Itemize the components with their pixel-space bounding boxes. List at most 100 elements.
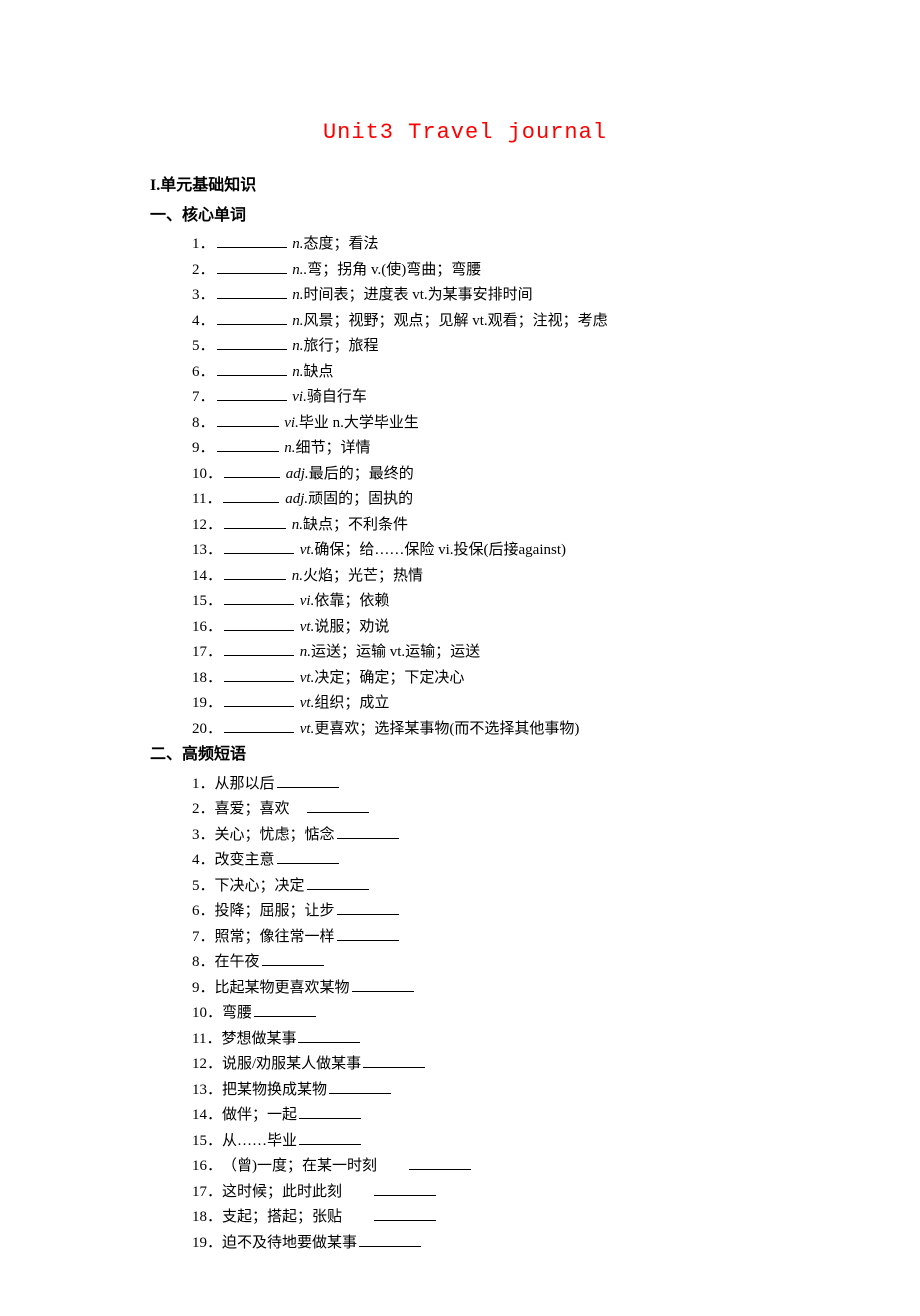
fill-blank[interactable] xyxy=(224,513,286,529)
item-number: 17． xyxy=(192,1180,222,1206)
fill-blank[interactable] xyxy=(363,1052,425,1068)
fill-blank[interactable] xyxy=(224,615,294,631)
fill-blank[interactable] xyxy=(217,360,287,376)
fill-blank[interactable] xyxy=(329,1078,391,1094)
fill-blank[interactable] xyxy=(224,640,294,656)
vocab-item: 6． n.缺点 xyxy=(192,360,780,386)
item-number: 6． xyxy=(192,899,215,925)
phrase-item: 9．比起某物更喜欢某物 xyxy=(192,976,780,1002)
fill-blank[interactable] xyxy=(352,976,414,992)
fill-blank[interactable] xyxy=(337,823,399,839)
phrase-text: 比起某物更喜欢某物 xyxy=(215,980,350,996)
definition: 缺点 xyxy=(304,364,334,380)
phrase-item: 19．迫不及待地要做某事 xyxy=(192,1231,780,1257)
item-number: 19． xyxy=(192,1231,222,1257)
fill-blank[interactable] xyxy=(224,691,294,707)
item-number: 13． xyxy=(192,538,222,564)
vocab-item: 2． n..弯；拐角 v.(使)弯曲；弯腰 xyxy=(192,258,780,284)
definition: 时间表；进度表 vt.为某事安排时间 xyxy=(304,287,533,303)
definition: 弯；拐角 v.(使)弯曲；弯腰 xyxy=(307,262,481,278)
fill-blank[interactable] xyxy=(217,411,279,427)
vocab-item: 4． n.风景；视野；观点；见解 vt.观看；注视；考虑 xyxy=(192,309,780,335)
fill-blank[interactable] xyxy=(224,589,294,605)
phrase-text: 这时候；此时此刻 xyxy=(222,1184,372,1200)
fill-blank[interactable] xyxy=(262,950,324,966)
fill-blank[interactable] xyxy=(359,1231,421,1247)
part-of-speech: n. xyxy=(292,313,303,329)
fill-blank[interactable] xyxy=(217,334,287,350)
item-number: 9． xyxy=(192,436,215,462)
fill-blank[interactable] xyxy=(277,848,339,864)
phrase-text: 支起；搭起；张贴 xyxy=(222,1209,372,1225)
part-of-speech: vt. xyxy=(300,695,315,711)
phrase-text: 梦想做某事 xyxy=(221,1031,296,1047)
definition: 毕业 n.大学毕业生 xyxy=(299,415,419,431)
definition: 火焰；光芒；热情 xyxy=(303,568,423,584)
fill-blank[interactable] xyxy=(374,1180,436,1196)
part-of-speech: adj. xyxy=(285,491,308,507)
part-of-speech: n. xyxy=(300,644,311,660)
fill-blank[interactable] xyxy=(217,283,287,299)
fill-blank[interactable] xyxy=(337,899,399,915)
definition: 旅行；旅程 xyxy=(304,338,379,354)
phrase-text: 改变主意 xyxy=(215,852,275,868)
fill-blank[interactable] xyxy=(224,564,286,580)
phrase-text: 在午夜 xyxy=(215,954,260,970)
item-number: 17． xyxy=(192,640,222,666)
fill-blank[interactable] xyxy=(374,1205,436,1221)
definition: 说服；劝说 xyxy=(314,619,389,635)
fill-blank[interactable] xyxy=(307,874,369,890)
phrase-item: 18．支起；搭起；张贴 xyxy=(192,1205,780,1231)
part-of-speech: n.. xyxy=(292,262,307,278)
vocab-item: 1． n.态度；看法 xyxy=(192,232,780,258)
part-of-speech: n. xyxy=(292,338,303,354)
definition: 态度；看法 xyxy=(304,236,379,252)
phrase-item: 4．改变主意 xyxy=(192,848,780,874)
section-1-heading: 一、核心单词 xyxy=(150,203,780,229)
fill-blank[interactable] xyxy=(409,1154,471,1170)
fill-blank[interactable] xyxy=(307,797,369,813)
fill-blank[interactable] xyxy=(298,1027,360,1043)
phrase-text: 做伴；一起 xyxy=(222,1107,297,1123)
phrase-item: 5．下决心；决定 xyxy=(192,874,780,900)
phrase-item: 2．喜爱；喜欢 xyxy=(192,797,780,823)
fill-blank[interactable] xyxy=(217,258,287,274)
item-number: 10． xyxy=(192,462,222,488)
item-number: 3． xyxy=(192,823,215,849)
fill-blank[interactable] xyxy=(254,1001,316,1017)
vocab-item: 14． n.火焰；光芒；热情 xyxy=(192,564,780,590)
phrase-text: 照常；像往常一样 xyxy=(215,929,335,945)
vocab-item: 12． n.缺点；不利条件 xyxy=(192,513,780,539)
definition: 确保；给……保险 vi.投保(后接against) xyxy=(314,542,566,558)
item-number: 6． xyxy=(192,360,215,386)
phrase-item: 17．这时候；此时此刻 xyxy=(192,1180,780,1206)
item-number: 4． xyxy=(192,848,215,874)
vocab-item: 7． vi.骑自行车 xyxy=(192,385,780,411)
vocab-item: 5． n.旅行；旅程 xyxy=(192,334,780,360)
fill-blank[interactable] xyxy=(299,1129,361,1145)
fill-blank[interactable] xyxy=(224,462,280,478)
fill-blank[interactable] xyxy=(217,385,287,401)
vocab-item: 8． vi.毕业 n.大学毕业生 xyxy=(192,411,780,437)
item-number: 1． xyxy=(192,232,215,258)
phrase-item: 10．弯腰 xyxy=(192,1001,780,1027)
phrase-item: 1．从那以后 xyxy=(192,772,780,798)
fill-blank[interactable] xyxy=(224,538,294,554)
item-number: 12． xyxy=(192,513,222,539)
vocab-item: 10． adj.最后的；最终的 xyxy=(192,462,780,488)
fill-blank[interactable] xyxy=(224,717,294,733)
fill-blank[interactable] xyxy=(217,232,287,248)
item-number: 9． xyxy=(192,976,215,1002)
definition: 顽固的；固执的 xyxy=(308,491,413,507)
phrase-item: 11．梦想做某事 xyxy=(192,1027,780,1053)
fill-blank[interactable] xyxy=(224,666,294,682)
fill-blank[interactable] xyxy=(299,1103,361,1119)
item-number: 18． xyxy=(192,1205,222,1231)
item-number: 5． xyxy=(192,874,215,900)
fill-blank[interactable] xyxy=(217,309,287,325)
fill-blank[interactable] xyxy=(217,436,279,452)
fill-blank[interactable] xyxy=(223,487,279,503)
item-number: 5． xyxy=(192,334,215,360)
fill-blank[interactable] xyxy=(277,772,339,788)
fill-blank[interactable] xyxy=(337,925,399,941)
